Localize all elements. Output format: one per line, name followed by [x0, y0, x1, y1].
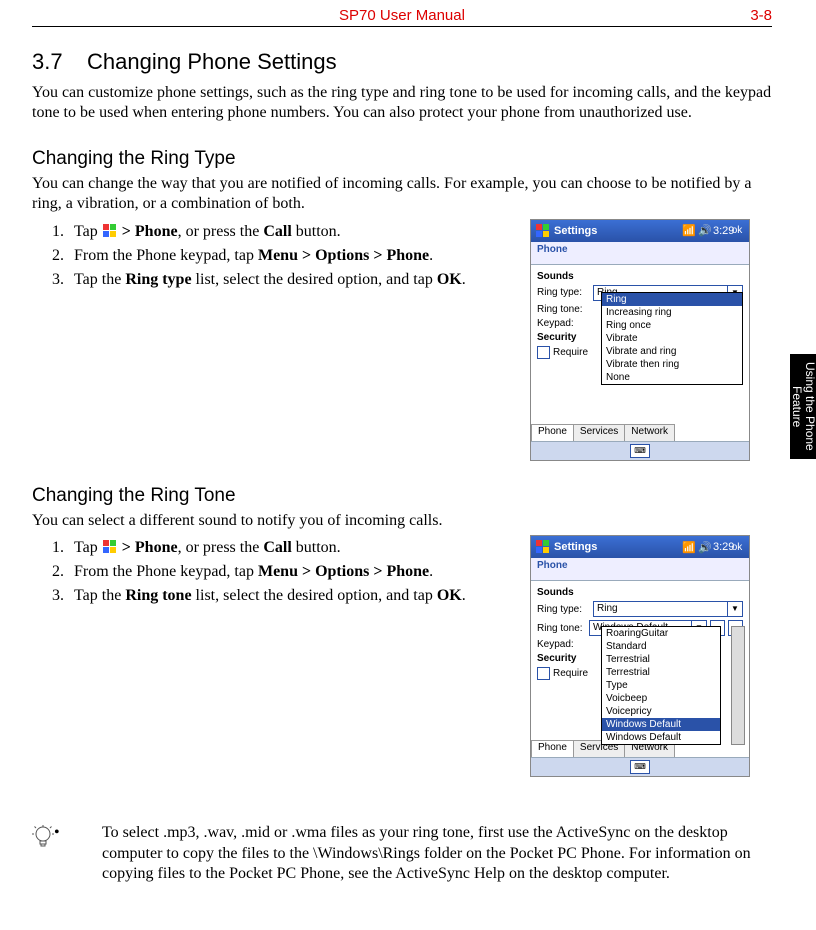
- dropdown-option[interactable]: None: [602, 371, 742, 384]
- ok-button[interactable]: ok: [729, 225, 745, 236]
- dropdown-option[interactable]: Windows Default: [602, 718, 720, 731]
- section-name: Changing Phone Settings: [87, 49, 337, 74]
- dropdown-icon: ▼: [727, 602, 742, 616]
- screenshot-ringtone: Settings 📶 🔊 3:29 ok Phone Sounds Ring t…: [530, 535, 750, 777]
- dropdown-option[interactable]: Type: [602, 679, 720, 692]
- ringtone-steps: Tap > Phone, or press the Call button. F…: [32, 539, 548, 605]
- tab-services[interactable]: Services: [573, 424, 625, 442]
- signal-icon: 📶: [681, 541, 697, 554]
- require-checkbox[interactable]: [537, 667, 550, 680]
- ringtone-step3: Tap the Ring tone list, select the desir…: [68, 587, 548, 605]
- shot-time: 3:29: [713, 225, 729, 237]
- keyboard-icon[interactable]: ⌨: [630, 444, 650, 458]
- shot-title: Settings: [554, 225, 597, 237]
- ringtone-step1: Tap > Phone, or press the Call button.: [68, 539, 548, 557]
- page-header: SP70 User Manual 3-8: [32, 0, 772, 27]
- tip-row: •To select .mp3, .wav, .mid or .wma file…: [32, 823, 772, 884]
- ringtone-step2: From the Phone keypad, tap Menu > Option…: [68, 563, 548, 581]
- ringtone-heading: Changing the Ring Tone: [32, 485, 772, 507]
- start-icon: [536, 224, 550, 238]
- sip-bar: ⌨: [531, 441, 749, 460]
- require-checkbox[interactable]: [537, 346, 550, 359]
- dropdown-option[interactable]: Ring once: [602, 319, 742, 332]
- dropdown-option[interactable]: Terrestrial: [602, 653, 720, 666]
- shot-titlebar: Settings 📶 🔊 3:29 ok: [531, 536, 749, 558]
- dropdown-option[interactable]: Standard: [602, 640, 720, 653]
- dropdown-option[interactable]: Ring: [602, 293, 742, 306]
- tab-phone[interactable]: Phone: [531, 424, 574, 442]
- ringtone-label: Ring tone:: [537, 623, 589, 634]
- ringtype-step2: From the Phone keypad, tap Menu > Option…: [68, 247, 548, 265]
- dropdown-option[interactable]: Vibrate then ring: [602, 358, 742, 371]
- require-label: Require: [553, 347, 588, 358]
- ringtone-label: Ring tone:: [537, 304, 593, 315]
- section-title: 3.7 Changing Phone Settings: [32, 49, 772, 75]
- volume-icon: 🔊: [697, 224, 713, 237]
- ringtype-label: Ring type:: [537, 604, 593, 615]
- shot-section: Phone: [531, 242, 749, 265]
- ringtype-label: Ring type:: [537, 287, 593, 298]
- side-tab-label: Using the Phone Feature: [790, 354, 816, 459]
- dropdown-option[interactable]: Vibrate and ring: [602, 345, 742, 358]
- ringtype-field[interactable]: Ring ▼: [593, 601, 743, 617]
- dropdown-option[interactable]: Windows Default: [602, 731, 720, 744]
- side-tab-using-phone: Using the Phone Feature: [790, 354, 816, 459]
- tip-text: •To select .mp3, .wav, .mid or .wma file…: [58, 823, 772, 884]
- dropdown-option[interactable]: Voicepricy: [602, 705, 720, 718]
- ringtype-steps: Tap > Phone, or press the Call button. F…: [32, 223, 548, 289]
- ringtone-dropdown[interactable]: RoaringGuitarStandardTerrestrialTerrestr…: [601, 626, 721, 745]
- ringtype-step3: Tap the Ring type list, select the desir…: [68, 271, 548, 289]
- shot-section: Phone: [531, 558, 749, 581]
- keypad-label: Keypad:: [537, 318, 593, 329]
- tab-network[interactable]: Network: [624, 424, 675, 442]
- shot-title: Settings: [554, 541, 597, 553]
- shot-time: 3:29: [713, 541, 729, 553]
- start-icon: [103, 224, 117, 238]
- ringtype-intro: You can change the way that you are noti…: [32, 174, 772, 215]
- dropdown-option[interactable]: Voicbeep: [602, 692, 720, 705]
- tab-phone[interactable]: Phone: [531, 740, 574, 758]
- dropdown-option[interactable]: Vibrate: [602, 332, 742, 345]
- signal-icon: 📶: [681, 224, 697, 237]
- screenshot-ringtype: Settings 📶 🔊 3:29 ok Phone Sounds Ring t…: [530, 219, 750, 461]
- volume-icon: 🔊: [697, 541, 713, 554]
- ringtype-step1: Tap > Phone, or press the Call button.: [68, 223, 548, 241]
- ok-button[interactable]: ok: [729, 542, 745, 553]
- require-label: Require: [553, 668, 588, 679]
- dropdown-option[interactable]: Terrestrial: [602, 666, 720, 679]
- keypad-label: Keypad:: [537, 639, 593, 650]
- shot-titlebar: Settings 📶 🔊 3:29 ok: [531, 220, 749, 242]
- section-number: 3.7: [32, 49, 63, 74]
- ringtone-intro: You can select a different sound to noti…: [32, 511, 772, 531]
- scrollbar[interactable]: [731, 626, 745, 745]
- keyboard-icon[interactable]: ⌨: [630, 760, 650, 774]
- header-pagenum: 3-8: [750, 7, 772, 24]
- section-intro: You can customize phone settings, such a…: [32, 83, 772, 124]
- header-title: SP70 User Manual: [339, 7, 465, 24]
- dropdown-option[interactable]: RoaringGuitar: [602, 627, 720, 640]
- ringtype-heading: Changing the Ring Type: [32, 148, 772, 170]
- sip-bar: ⌨: [531, 757, 749, 776]
- shot-bottom-tabs: Phone Services Network: [531, 424, 674, 442]
- sounds-heading: Sounds: [537, 587, 743, 598]
- start-icon: [103, 540, 117, 554]
- ringtype-dropdown[interactable]: RingIncreasing ringRing onceVibrateVibra…: [601, 292, 743, 385]
- dropdown-option[interactable]: Increasing ring: [602, 306, 742, 319]
- start-icon: [536, 540, 550, 554]
- sounds-heading: Sounds: [537, 271, 743, 282]
